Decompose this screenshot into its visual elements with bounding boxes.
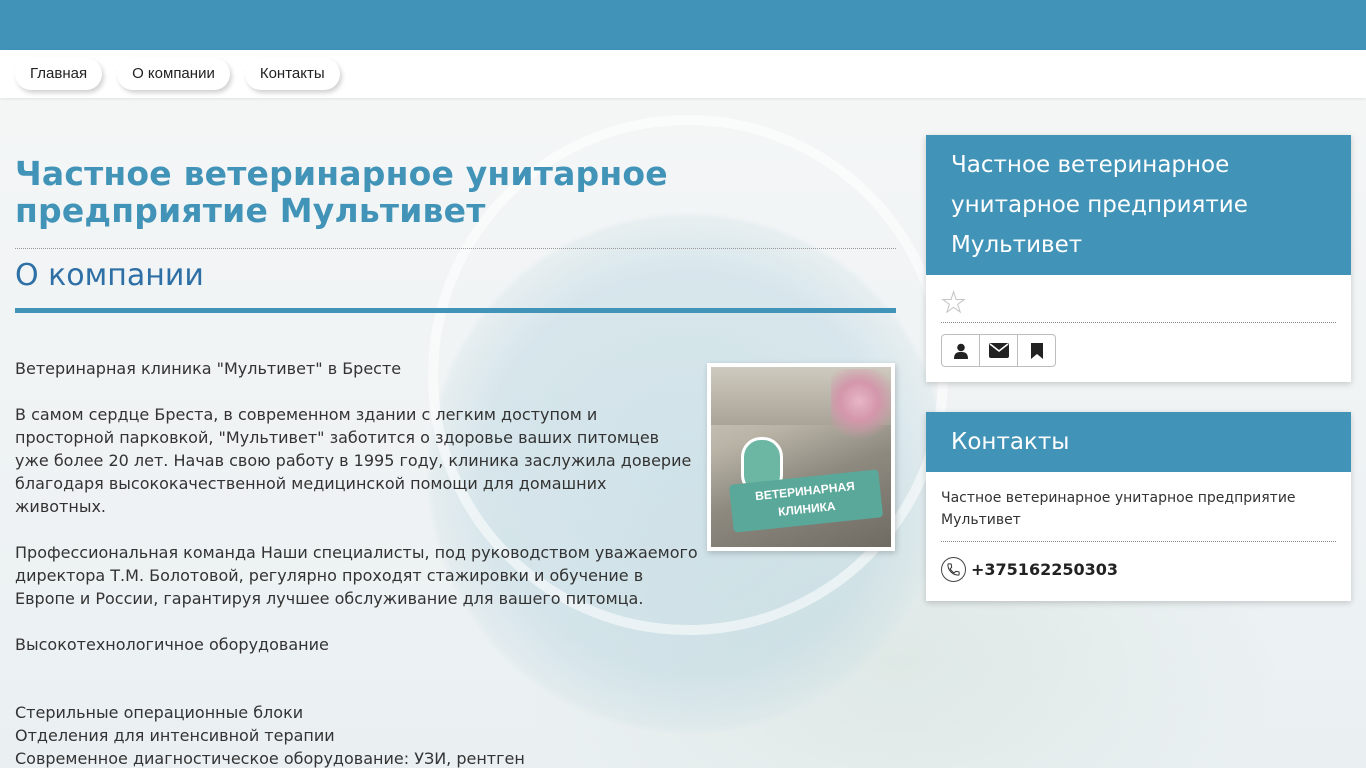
paragraph-team: Профессиональная команда Наши специалист… xyxy=(15,543,698,608)
section-title: О компании xyxy=(15,258,204,293)
contacts-card: Контакты Частное ветеринарное унитарное … xyxy=(926,412,1351,601)
list-item: Стерильные операционные блоки xyxy=(15,703,304,722)
section-underline xyxy=(15,308,896,313)
bookmark-button[interactable] xyxy=(1017,334,1056,367)
email-button[interactable] xyxy=(979,334,1018,367)
company-card-title: Частное ветеринарное унитарное предприят… xyxy=(926,135,1351,275)
about-text: ВЕТЕРИНАРНАЯ КЛИНИКА Ветеринарная клиник… xyxy=(15,357,896,768)
company-card: Частное ветеринарное унитарное предприят… xyxy=(926,135,1351,382)
nav-about-button[interactable]: О компании xyxy=(117,58,230,90)
bookmark-icon xyxy=(1030,342,1043,359)
nav-home-button[interactable]: Главная xyxy=(15,58,103,90)
divider xyxy=(15,248,896,249)
main-nav: Главная О компании Контакты xyxy=(0,50,1366,98)
photo-blossom xyxy=(831,369,891,449)
top-bar xyxy=(0,0,1366,50)
phone-icon xyxy=(941,556,966,582)
envelope-icon xyxy=(988,343,1009,358)
clinic-photo[interactable]: ВЕТЕРИНАРНАЯ КЛИНИКА xyxy=(707,363,895,551)
user-icon xyxy=(953,343,968,359)
contacts-card-title: Контакты xyxy=(926,412,1351,472)
list-item: Современное диагностическое оборудование… xyxy=(15,749,525,768)
paragraph-intro: Ветеринарная клиника "Мультивет" в Брест… xyxy=(15,359,402,378)
phone-row[interactable]: +375162250303 xyxy=(941,542,1336,586)
star-icon[interactable]: ★ xyxy=(941,275,1336,322)
main-content: Частное ветеринарное унитарное предприят… xyxy=(15,98,896,768)
paragraph-equipment: Высокотехнологичное оборудование xyxy=(15,635,329,654)
contact-company-name: Частное ветеринарное унитарное предприят… xyxy=(941,490,1296,528)
nav-contacts-button[interactable]: Контакты xyxy=(244,58,340,90)
list-item: Отделения для интенсивной терапии xyxy=(15,726,335,745)
paragraph-history: В самом сердце Бреста, в современном зда… xyxy=(15,405,692,516)
phone-number[interactable]: +375162250303 xyxy=(971,560,1118,579)
sidebar: Частное ветеринарное унитарное предприят… xyxy=(926,135,1351,601)
action-buttons xyxy=(941,334,1336,367)
clinic-photo-image: ВЕТЕРИНАРНАЯ КЛИНИКА xyxy=(711,367,891,547)
divider xyxy=(941,322,1336,323)
page-title: Частное ветеринарное унитарное предприят… xyxy=(15,154,668,230)
user-button[interactable] xyxy=(941,334,980,367)
